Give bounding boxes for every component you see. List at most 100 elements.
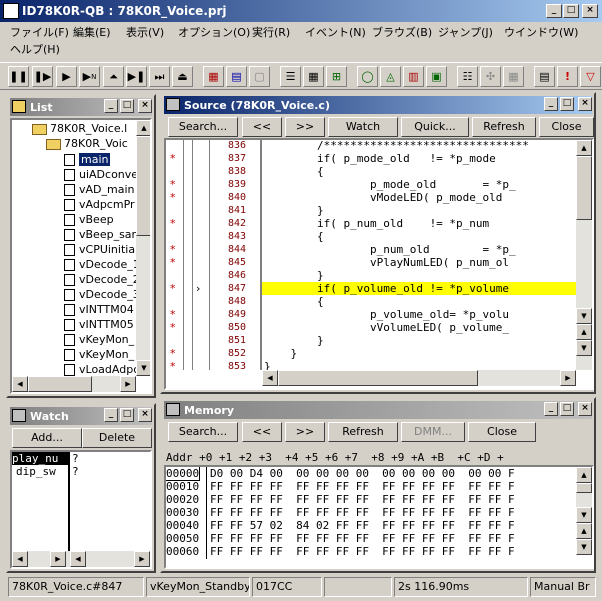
line-marker[interactable]: * [170,256,176,269]
line-marker[interactable]: * [170,360,176,373]
line-marker[interactable]: * [170,217,176,230]
scroll-up-icon[interactable]: ▲ [576,140,592,156]
source-line[interactable]: vPlayNumLED( p_num_ol [264,256,576,269]
memory-row-data[interactable]: FF FF FF FF FF FF FF FF FF FF FF FF FF F… [210,480,574,493]
watch-close-button[interactable]: × [138,408,152,422]
source-line[interactable]: p_mode_old = *p_ [264,178,576,191]
return-out-icon[interactable]: ⏶ [103,66,124,87]
watch-delete-button[interactable]: Delete [82,428,152,448]
line-marker[interactable]: * [170,243,176,256]
watch-row-name[interactable]: play_nu [12,452,68,465]
search-icon[interactable]: ◯ [357,66,378,87]
minimize-button[interactable]: _ [546,4,562,18]
scroll-up-icon[interactable]: ▲ [576,324,592,340]
menu-options[interactable]: オプション(O) [178,24,250,40]
source-line[interactable]: } [264,204,576,217]
source-search-button[interactable]: Search... [168,117,238,137]
line-marker[interactable]: * [170,347,176,360]
list-item[interactable]: vBeep_sar [64,228,136,242]
tool-icon[interactable]: ✣ [480,66,501,87]
chart-icon[interactable]: ◬ [380,66,401,87]
memory-vscrollbar[interactable]: ▲ ▼ ▲ ▼ [576,467,592,555]
source-line[interactable]: if( p_num_old != *p_num [264,217,576,230]
source-line[interactable]: p_volume_old= *p_volu [264,308,576,321]
menu-view[interactable]: 表示(V) [126,24,164,40]
maximize-button[interactable]: □ [563,4,579,18]
memory-close-button[interactable]: × [578,402,592,416]
memory-row-data[interactable]: FF FF FF FF FF FF FF FF FF FF FF FF FF F… [210,532,574,545]
scroll-left-icon[interactable]: ◀ [12,376,28,392]
scroll-up-icon[interactable]: ▲ [576,523,592,539]
source-line[interactable]: if( p_mode_old != *p_mode [264,152,576,165]
sfr-window-icon[interactable]: ⊞ [326,66,347,87]
tree-root[interactable]: 78K0R_Voice.l [32,122,127,136]
scroll-left-icon[interactable]: ◀ [12,551,28,567]
memory-row-data[interactable]: FF FF FF FF FF FF FF FF FF FF FF FF FF F… [210,506,574,519]
menu-window[interactable]: ウインドウ(W) [504,24,578,40]
pc-gutter[interactable] [192,140,210,370]
memory-close-text-button[interactable]: Close [468,422,536,442]
close-button[interactable]: × [582,4,598,18]
list-item[interactable]: vINTTM05 [64,318,134,332]
memory-dmm-button[interactable]: DMM... [401,422,465,442]
menu-file[interactable]: ファイル(F) [10,24,69,40]
list-item[interactable]: uiADconve [64,168,138,182]
list-item[interactable]: vDecode_2 [64,273,140,287]
list-item[interactable]: vKeyMon_ [64,348,134,362]
stop-icon[interactable]: ❚❚ [8,66,29,87]
source-back-button[interactable]: << [242,117,282,137]
memory-row-data[interactable]: FF FF 57 02 84 02 FF FF FF FF FF FF FF F… [210,519,574,532]
memory-refresh-button[interactable]: Refresh [328,422,398,442]
list-maximize-button[interactable]: □ [120,99,134,113]
source-line[interactable]: { [264,295,576,308]
list-item[interactable]: main [64,152,112,167]
memo-icon[interactable]: ▤ [534,66,555,87]
list-window-icon[interactable]: ☰ [280,66,301,87]
memory-row-data[interactable]: D0 00 D4 00 00 00 00 00 00 00 00 00 00 0… [210,467,574,480]
step-over-icon[interactable]: ▶❚ [126,66,147,87]
scroll-down-icon[interactable]: ▼ [576,507,592,523]
scroll-down-icon[interactable]: ▼ [576,539,592,555]
source-close-button[interactable]: × [578,97,592,111]
list-item[interactable]: vBeep [64,213,114,227]
event-icon[interactable]: ☷ [457,66,478,87]
source-hscrollbar[interactable]: ◀ ▶ [262,370,576,386]
source-line[interactable]: } [264,334,576,347]
line-marker[interactable]: * [170,152,176,165]
reset-icon[interactable]: ▽ [580,66,601,87]
scroll-down-icon[interactable]: ▼ [136,360,150,376]
source-vscrollbar[interactable]: ▲ ▼ ▲ ▼ [576,140,592,370]
asm-window-icon[interactable]: ▤ [226,66,247,87]
menu-run[interactable]: 実行(R) [252,24,290,40]
restart-icon[interactable]: ❚▶ [32,66,53,87]
source-line[interactable]: } [264,347,576,360]
list-hscrollbar[interactable]: ◀ ▶ [12,376,136,392]
list-minimize-button[interactable]: _ [104,99,118,113]
menu-event[interactable]: イベント(N) [305,24,366,40]
memory-row-data[interactable]: FF FF FF FF FF FF FF FF FF FF FF FF FF F… [210,545,574,558]
grid-icon[interactable]: ▦ [503,66,524,87]
scroll-up-icon[interactable]: ▲ [576,467,592,483]
eject-icon[interactable]: ⏏ [172,66,193,87]
list-item[interactable]: vAdpcmPr [64,198,135,212]
scroll-left-icon[interactable]: ◀ [70,551,86,567]
menu-help[interactable]: ヘルプ(H) [10,41,60,57]
source-close-text-button[interactable]: Close [539,117,594,137]
step-in-icon[interactable]: ⏭ [149,66,170,87]
line-marker[interactable]: * [170,321,176,334]
scroll-right-icon[interactable]: ▶ [120,376,136,392]
line-marker[interactable]: * [170,282,176,295]
list-item[interactable]: vAD_main [64,183,135,197]
scroll-right-icon[interactable]: ▶ [560,370,576,386]
source-hscroll-thumb[interactable] [278,370,478,386]
source-forward-button[interactable]: >> [285,117,325,137]
watch-add-button[interactable]: Add... [12,428,82,448]
alert-icon[interactable]: ! [557,66,578,87]
list-close-button[interactable]: × [138,99,152,113]
scroll-left-icon[interactable]: ◀ [262,370,278,386]
scroll-right-icon[interactable]: ▶ [134,551,150,567]
scroll-up-icon[interactable]: ▲ [136,120,150,136]
watch-row-name[interactable]: dip_sw [16,465,56,478]
source-line[interactable]: if( p_volume_old != *p_volume [264,282,576,295]
memory-search-button[interactable]: Search... [168,422,238,442]
